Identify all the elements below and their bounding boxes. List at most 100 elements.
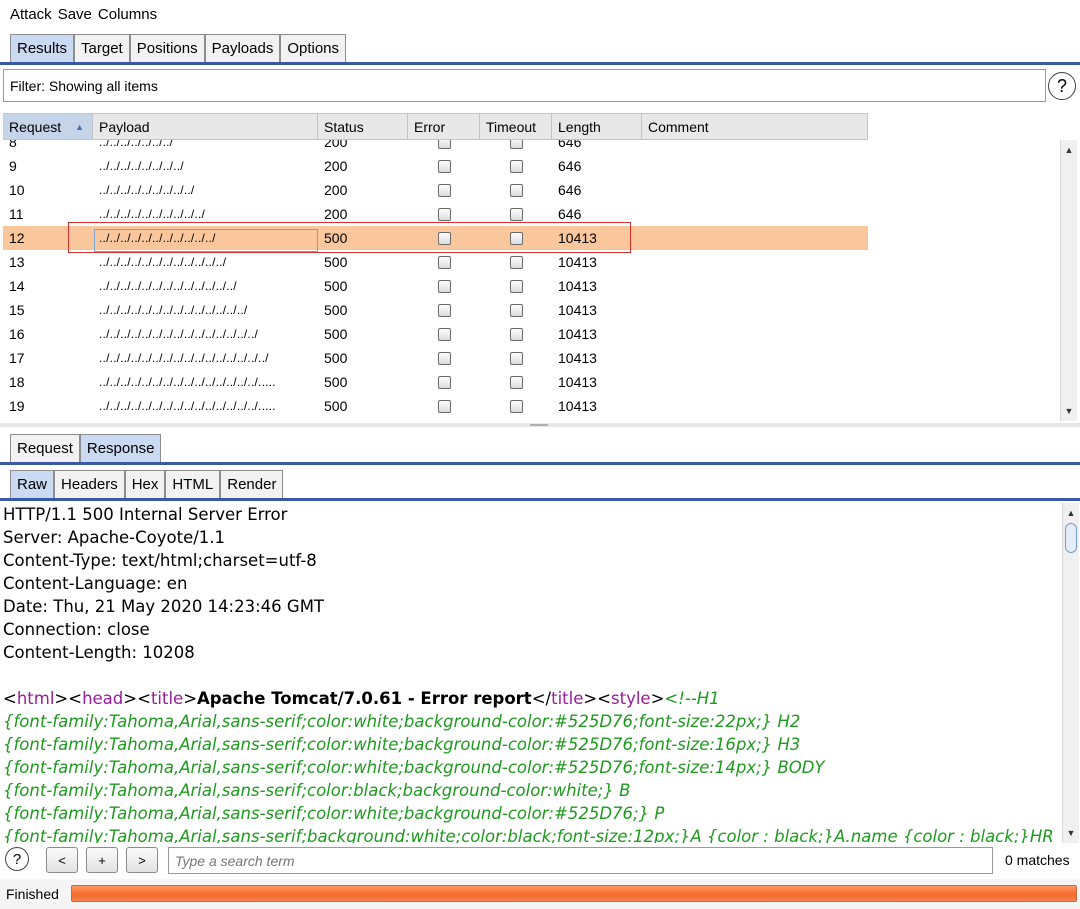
table-row[interactable]: 19 ../../../../../../../../../../../../..… <box>3 394 868 418</box>
response-scrollbar[interactable]: ▲ ▼ <box>1062 503 1079 843</box>
tab-results[interactable]: Results <box>10 34 75 62</box>
column-header-comment[interactable]: Comment <box>642 114 868 139</box>
cell-length: 10413 <box>558 254 597 270</box>
table-row[interactable]: 18 ../../../../../../../../../../../../..… <box>3 370 868 394</box>
table-row[interactable]: 8 ../../../../../../../ 200 646 <box>3 140 868 154</box>
menu-attack[interactable]: Attack <box>10 6 52 23</box>
column-header-payload[interactable]: Payload <box>93 114 318 139</box>
error-checkbox[interactable] <box>437 140 451 149</box>
cell-error <box>408 250 480 274</box>
column-header-length[interactable]: Length <box>552 114 642 139</box>
cell-length: 10413 <box>558 350 597 366</box>
timeout-checkbox[interactable] <box>509 159 523 173</box>
table-row[interactable]: 15 ../../../../../../../../../../../../..… <box>3 298 868 322</box>
tab-response[interactable]: Response <box>79 434 162 462</box>
filter-bar[interactable]: Filter: Showing all items <box>3 69 1046 102</box>
column-header-timeout[interactable]: Timeout <box>480 114 552 139</box>
cell-timeout <box>480 202 552 226</box>
cell-length: 10413 <box>558 278 597 294</box>
timeout-checkbox[interactable] <box>509 327 523 341</box>
filter-text: Filter: Showing all items <box>10 77 158 94</box>
tab-raw[interactable]: Raw <box>10 470 55 498</box>
add-search-button[interactable]: + <box>86 847 118 873</box>
tab-payloads[interactable]: Payloads <box>204 34 281 62</box>
cell-request: 16 <box>9 326 25 342</box>
cell-error <box>408 274 480 298</box>
error-checkbox[interactable] <box>437 207 451 221</box>
timeout-checkbox[interactable] <box>509 140 523 149</box>
scroll-down-arrow-icon[interactable]: ▼ <box>1061 403 1077 419</box>
error-checkbox[interactable] <box>437 183 451 197</box>
table-row[interactable]: 10 ../../../../../../../../../ 200 646 <box>3 178 868 202</box>
scroll-up-arrow-icon[interactable]: ▲ <box>1063 505 1079 521</box>
search-input[interactable] <box>168 847 993 874</box>
cell-status: 500 <box>324 398 348 414</box>
timeout-checkbox[interactable] <box>509 351 523 365</box>
error-checkbox[interactable] <box>437 159 451 173</box>
tab-html[interactable]: HTML <box>165 470 221 498</box>
cell-comment <box>642 154 868 178</box>
error-checkbox[interactable] <box>437 375 451 389</box>
css-line: {font-family:Tahoma,Arial,sans-serif;col… <box>3 712 801 731</box>
column-header-request[interactable]: Request ▲ <box>3 114 93 139</box>
error-checkbox[interactable] <box>437 303 451 317</box>
column-header-status[interactable]: Status <box>318 114 408 139</box>
cell-status: 500 <box>324 302 348 318</box>
timeout-checkbox[interactable] <box>509 231 523 245</box>
timeout-checkbox[interactable] <box>509 207 523 221</box>
sort-ascending-icon: ▲ <box>75 122 84 132</box>
response-header-line: Connection: close <box>3 620 150 639</box>
cell-length: 646 <box>558 206 582 222</box>
previous-match-button[interactable]: < <box>46 847 78 873</box>
match-count: 0 matches <box>1005 852 1070 868</box>
cell-error <box>408 370 480 394</box>
cell-length: 646 <box>558 140 582 150</box>
error-checkbox[interactable] <box>437 327 451 341</box>
timeout-checkbox[interactable] <box>509 399 523 413</box>
tab-request[interactable]: Request <box>10 434 80 462</box>
table-row[interactable]: 16 ../../../../../../../../../../../../..… <box>3 322 868 346</box>
column-header-error[interactable]: Error <box>408 114 480 139</box>
scroll-thumb[interactable] <box>1065 523 1077 553</box>
tab-headers[interactable]: Headers <box>54 470 125 498</box>
menu-columns[interactable]: Columns <box>98 6 157 23</box>
table-scrollbar[interactable]: ▲ ▼ <box>1060 140 1077 421</box>
error-checkbox[interactable] <box>437 399 451 413</box>
tab-target[interactable]: Target <box>74 34 130 62</box>
response-body[interactable]: HTTP/1.1 500 Internal Server Error Serve… <box>0 503 1062 843</box>
next-match-button[interactable]: > <box>126 847 158 873</box>
error-checkbox[interactable] <box>437 351 451 365</box>
filter-help-icon[interactable]: ? <box>1048 72 1076 100</box>
tab-hex[interactable]: Hex <box>124 470 166 498</box>
timeout-checkbox[interactable] <box>509 255 523 269</box>
timeout-checkbox[interactable] <box>509 375 523 389</box>
status-bar: Finished <box>0 879 1080 909</box>
table-row[interactable]: 17 ../../../../../../../../../../../../..… <box>3 346 868 370</box>
table-row[interactable]: 12 ../../../../../../../../../../../ 500 10… <box>3 226 868 250</box>
scroll-down-arrow-icon[interactable]: ▼ <box>1063 825 1079 841</box>
cell-payload: ../../../../../../../../../../../ <box>99 231 216 245</box>
timeout-checkbox[interactable] <box>509 303 523 317</box>
status-text: Finished <box>6 886 59 902</box>
tab-render[interactable]: Render <box>220 470 284 498</box>
cell-request: 17 <box>9 350 25 366</box>
error-checkbox[interactable] <box>437 255 451 269</box>
error-checkbox[interactable] <box>437 279 451 293</box>
table-rows: 8 ../../../../../../../ 200 646 9 ../../../..… <box>3 140 868 418</box>
search-help-icon[interactable]: ? <box>5 847 29 871</box>
table-row[interactable]: 13 ../../../../../../../../../../../../ 50… <box>3 250 868 274</box>
tab-positions[interactable]: Positions <box>129 34 205 62</box>
scroll-up-arrow-icon[interactable]: ▲ <box>1061 142 1077 158</box>
tab-options[interactable]: Options <box>280 34 347 62</box>
table-row[interactable]: 14 ../../../../../../../../../../../../..… <box>3 274 868 298</box>
cell-length: 646 <box>558 182 582 198</box>
cell-request: 15 <box>9 302 25 318</box>
cell-error <box>408 154 480 178</box>
error-checkbox[interactable] <box>437 231 451 245</box>
cell-comment <box>642 322 868 346</box>
timeout-checkbox[interactable] <box>509 279 523 293</box>
menu-save[interactable]: Save <box>58 6 92 23</box>
table-row[interactable]: 11 ../../../../../../../../../../ 200 646 <box>3 202 868 226</box>
table-row[interactable]: 9 ../../../../../../../../ 200 646 <box>3 154 868 178</box>
timeout-checkbox[interactable] <box>509 183 523 197</box>
